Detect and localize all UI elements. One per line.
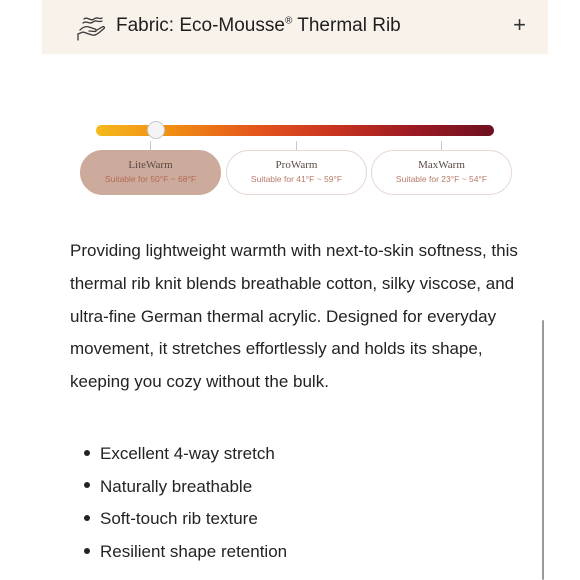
- feature-text: Excellent 4-way stretch: [100, 444, 275, 463]
- feature-item: Resilient shape retention: [84, 536, 287, 569]
- fabric-description: Providing lightweight warmth with next-t…: [70, 241, 518, 392]
- bullet-icon: [84, 449, 90, 456]
- bullet-icon: [84, 514, 90, 521]
- bullet-icon: [84, 482, 90, 489]
- fabric-title-type: Thermal Rib: [292, 15, 401, 36]
- feature-item: Excellent 4-way stretch: [84, 438, 287, 471]
- feature-text: Resilient shape retention: [100, 542, 288, 562]
- warmth-slider-handle[interactable]: [147, 121, 165, 139]
- feature-text: Soft-touch rib texture: [100, 509, 258, 529]
- warmth-option-prowarm[interactable]: ProWarm Suitable for 41°F ~ 59°F: [226, 150, 367, 195]
- warmth-option-range: Suitable for 41°F ~ 59°F: [250, 174, 343, 184]
- warmth-option-maxwarm[interactable]: MaxWarm Suitable for 23°F ~ 54°F: [371, 150, 512, 195]
- warmth-option-name: LiteWarm: [128, 159, 173, 171]
- bullet-icon: [84, 547, 90, 554]
- feature-item: Naturally breathable: [84, 471, 287, 504]
- fabric-title-name: Fabric: Eco-Mousse: [116, 15, 285, 36]
- expand-plus-icon[interactable]: +: [513, 12, 526, 38]
- feature-list: Excellent 4-way stretch Naturally breath…: [84, 438, 287, 569]
- feature-item: Soft-touch rib texture: [84, 503, 287, 536]
- warmth-slider[interactable]: [96, 121, 494, 141]
- warmth-option-litewarm[interactable]: LiteWarm Suitable for 50°F ~ 68°F: [80, 150, 221, 195]
- scrollbar[interactable]: [542, 320, 544, 580]
- feature-text: Naturally breathable: [100, 476, 253, 496]
- fabric-title: Fabric: Eco-Mousse® Thermal Rib: [116, 15, 401, 37]
- warmth-option-range: Suitable for 50°F ~ 68°F: [104, 174, 197, 184]
- warmth-option-name: MaxWarm: [418, 159, 465, 171]
- warmth-option-name: ProWarm: [275, 159, 318, 171]
- fabric-hand-icon: [74, 10, 108, 44]
- fabric-accordion-header[interactable]: Fabric: Eco-Mousse® Thermal Rib +: [42, 0, 548, 54]
- warmth-option-range: Suitable for 23°F ~ 54°F: [395, 174, 488, 184]
